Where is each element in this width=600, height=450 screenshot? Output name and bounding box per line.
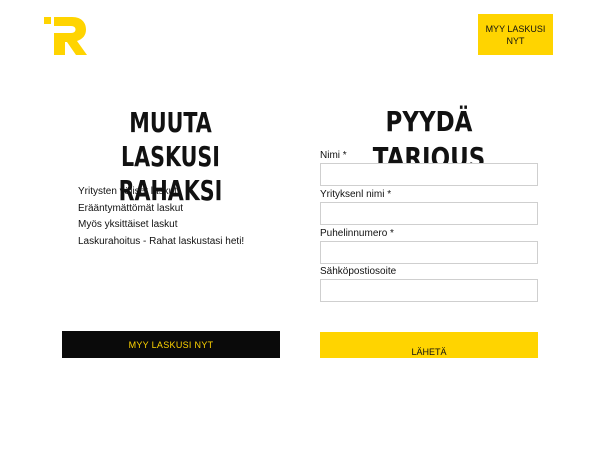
- logo-r-icon[interactable]: [44, 14, 90, 56]
- hero-sell-invoice-button[interactable]: MYY LASKUSI NYT: [62, 331, 280, 358]
- benefit-item: Erääntymättömät laskut: [78, 202, 184, 214]
- company-name-input[interactable]: [320, 202, 538, 225]
- email-input[interactable]: [320, 279, 538, 302]
- benefits-list: Yritysten väliset laskut Erääntymättömät…: [78, 184, 244, 250]
- name-label: Nimi *: [320, 150, 347, 161]
- phone-label: Puhelinnumero *: [320, 228, 394, 239]
- company-name-label: Yrityksenl nimi *: [320, 189, 392, 200]
- benefit-item: Myös yksittäiset laskut: [78, 219, 178, 230]
- header-sell-invoice-button[interactable]: MYY LASKUSI NYT: [478, 14, 553, 55]
- phone-input[interactable]: [320, 241, 538, 264]
- name-input[interactable]: [320, 163, 538, 186]
- submit-button[interactable]: LÄHETÄ: [320, 332, 538, 358]
- benefit-item: Laskurahoitus - Rahat laskustasi heti!: [78, 235, 245, 247]
- benefit-item: Yritysten väliset laskut: [78, 186, 177, 197]
- email-label: Sähköpostiosoite: [320, 266, 397, 277]
